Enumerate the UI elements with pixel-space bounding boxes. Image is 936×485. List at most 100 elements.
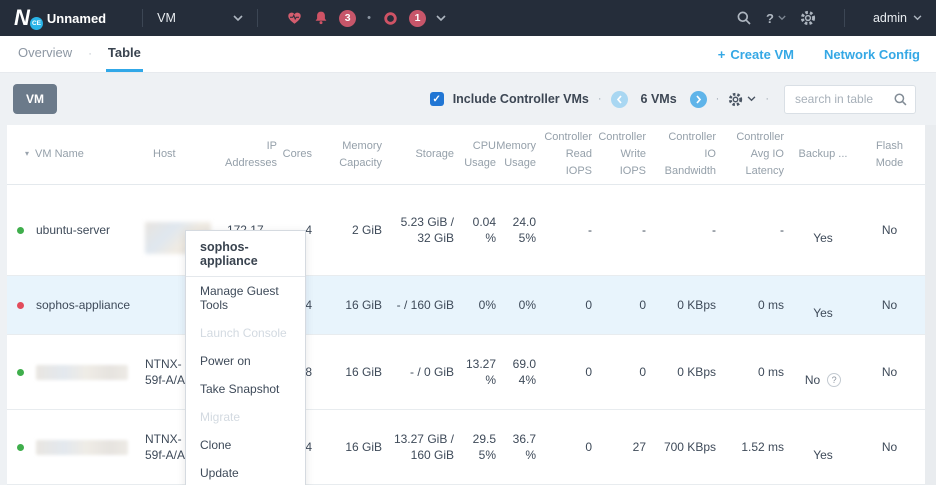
topbar-divider bbox=[142, 9, 143, 27]
vm-status-icon bbox=[17, 302, 24, 309]
help-menu[interactable]: ? bbox=[766, 11, 786, 26]
tab-overview[interactable]: Overview bbox=[16, 36, 74, 72]
cpu-usage-cell: 13.27 % bbox=[462, 351, 504, 393]
column-header[interactable]: Storage bbox=[390, 142, 462, 167]
column-header[interactable]: Memory Usage bbox=[504, 134, 544, 176]
column-header[interactable]: Flash Mode bbox=[854, 134, 925, 176]
health-heart-icon[interactable] bbox=[286, 10, 303, 26]
table-body: ubuntu-server 172.17.... 4 2 GiB 5.23 Gi… bbox=[7, 185, 925, 485]
topbar-divider bbox=[844, 9, 845, 27]
help-icon[interactable]: ? bbox=[827, 373, 841, 387]
controller-read-iops-cell: 0 bbox=[544, 434, 600, 460]
alerts-bell-icon[interactable] bbox=[313, 10, 329, 26]
context-menu-item[interactable]: Take Snapshot bbox=[186, 375, 305, 403]
table-row[interactable]: sophos-appliance 4 16 GiB - / 160 GiB 0%… bbox=[7, 276, 925, 335]
alerts-count-badge[interactable]: 3 bbox=[339, 10, 356, 27]
search-icon bbox=[893, 92, 908, 107]
context-menu-items: Manage Guest ToolsLaunch ConsolePower on… bbox=[186, 277, 305, 485]
nutanix-logo[interactable]: N CE bbox=[14, 5, 29, 31]
table-header-row: ▾VM NameHostIP AddressesCores Memory Capa… bbox=[7, 125, 925, 185]
controller-avg-io-latency-cell: 1.52 ms bbox=[724, 434, 792, 460]
column-header-label: Flash Mode bbox=[876, 138, 904, 172]
vm-scope-button[interactable]: VM bbox=[13, 84, 57, 114]
column-header[interactable]: Controller IO Bandwidth bbox=[654, 125, 724, 184]
gear-icon[interactable] bbox=[800, 10, 816, 26]
flash-mode-cell: No bbox=[854, 217, 925, 243]
cpu-usage-cell: 0.04 % bbox=[462, 209, 504, 251]
column-header-label: Storage bbox=[415, 146, 454, 163]
table-controls: VM ✓ Include Controller VMs · 6 VMs · · bbox=[0, 73, 936, 125]
context-menu-item: Launch Console bbox=[186, 319, 305, 347]
table-row[interactable]: NTNX- 59f-A/A 8 16 GiB - / 0 GiB 13.27 %… bbox=[7, 335, 925, 410]
sort-caret-icon: ▾ bbox=[25, 148, 29, 160]
separator-dot: · bbox=[765, 93, 769, 105]
host-name: NTNX- 59f-A/A bbox=[145, 357, 185, 387]
create-vm-button[interactable]: + Create VM bbox=[718, 47, 794, 62]
context-menu-item[interactable]: Power on bbox=[186, 347, 305, 375]
memory-capacity-cell: 16 GiB bbox=[320, 434, 390, 460]
user-menu[interactable]: admin bbox=[873, 11, 922, 25]
vm-count: 6 VMs bbox=[641, 92, 677, 106]
vm-status-icon bbox=[17, 369, 24, 376]
next-page-button[interactable] bbox=[690, 91, 707, 108]
flash-mode-cell: No bbox=[854, 292, 925, 318]
separator-dot: · bbox=[598, 93, 602, 105]
tab-table[interactable]: Table bbox=[106, 36, 143, 72]
network-config-button[interactable]: Network Config bbox=[824, 47, 920, 62]
backup-value: Yes bbox=[813, 448, 833, 462]
column-header[interactable]: Backup ... bbox=[792, 142, 854, 167]
table-settings-dropdown[interactable] bbox=[728, 92, 756, 107]
flash-mode-cell: No bbox=[854, 434, 925, 460]
column-header-label: Cores bbox=[283, 146, 312, 163]
topbar: N CE Unnamed VM 3 • 1 bbox=[0, 0, 936, 36]
controller-write-iops-cell: 27 bbox=[600, 434, 654, 460]
separator-dot: · bbox=[716, 93, 720, 105]
backup-value: No bbox=[805, 373, 820, 387]
vm-context-menu: sophos-appliance Manage Guest ToolsLaunc… bbox=[185, 230, 306, 485]
search-icon[interactable] bbox=[736, 10, 752, 26]
table-row[interactable]: ubuntu-server 172.17.... 4 2 GiB 5.23 Gi… bbox=[7, 185, 925, 276]
chevron-down-icon[interactable] bbox=[436, 9, 446, 27]
column-header[interactable]: Host bbox=[145, 142, 225, 167]
backup-cell: No? bbox=[792, 351, 854, 393]
events-ring-icon[interactable] bbox=[382, 10, 399, 27]
previous-page-button[interactable] bbox=[611, 91, 628, 108]
vm-name: sophos-appliance bbox=[36, 297, 130, 313]
vm-table: ▾VM NameHostIP AddressesCores Memory Capa… bbox=[7, 125, 925, 485]
column-header[interactable]: Memory Capacity bbox=[320, 134, 390, 176]
column-header[interactable]: Cores bbox=[285, 142, 320, 167]
memory-capacity-cell: 16 GiB bbox=[320, 359, 390, 385]
vm-name: ubuntu-server bbox=[36, 222, 110, 238]
scrollbar-track[interactable] bbox=[925, 125, 936, 485]
entity-menu-label: VM bbox=[157, 11, 176, 25]
user-name: admin bbox=[873, 11, 907, 25]
topbar-divider bbox=[257, 9, 258, 27]
vm-name-cell bbox=[7, 360, 145, 385]
entity-menu-dropdown[interactable]: VM bbox=[157, 9, 243, 27]
backup-cell: Yes bbox=[792, 284, 854, 326]
controller-io-bandwidth-cell: 0 KBps bbox=[654, 359, 724, 385]
column-header[interactable]: ▾VM Name bbox=[7, 142, 145, 167]
column-header[interactable]: IP Addresses bbox=[225, 134, 285, 176]
backup-cell: Yes bbox=[792, 426, 854, 468]
ce-badge: CE bbox=[30, 17, 43, 30]
controller-io-bandwidth-cell: 700 KBps bbox=[654, 434, 724, 460]
context-menu-item: Migrate bbox=[186, 403, 305, 431]
table-row[interactable]: NTNX- 59f-A/A 4 16 GiB 13.27 GiB / 160 G… bbox=[7, 410, 925, 485]
context-menu-item[interactable]: Update bbox=[186, 459, 305, 485]
column-header-label: Controller Read IOPS bbox=[544, 129, 592, 180]
controller-write-iops-cell: - bbox=[600, 217, 654, 243]
storage-cell: 5.23 GiB / 32 GiB bbox=[390, 209, 462, 251]
column-header[interactable]: Controller Avg IO Latency bbox=[724, 125, 792, 184]
redacted-vm-name bbox=[36, 365, 128, 380]
events-count-badge[interactable]: 1 bbox=[409, 10, 426, 27]
column-header-label: Memory Usage bbox=[496, 138, 536, 172]
context-menu-item[interactable]: Manage Guest Tools bbox=[186, 277, 305, 319]
cluster-name[interactable]: Unnamed bbox=[47, 11, 106, 26]
column-header[interactable]: Controller Write IOPS bbox=[600, 125, 654, 184]
include-controller-vms-checkbox[interactable]: ✓ bbox=[430, 92, 444, 106]
column-header[interactable]: Controller Read IOPS bbox=[544, 125, 600, 184]
storage-cell: - / 160 GiB bbox=[390, 292, 462, 318]
context-menu-item[interactable]: Clone bbox=[186, 431, 305, 459]
create-vm-label: Create VM bbox=[730, 47, 794, 62]
